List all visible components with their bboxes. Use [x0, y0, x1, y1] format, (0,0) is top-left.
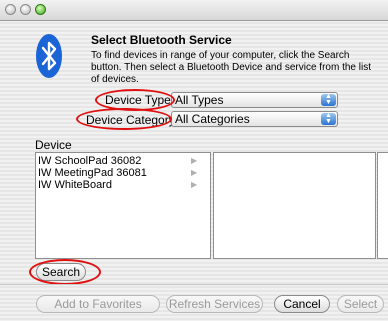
popup-arrows-icon: ▲ ▼ — [321, 112, 336, 125]
title-bar — [0, 0, 388, 21]
divider — [0, 284, 388, 285]
close-window-button[interactable] — [5, 4, 16, 15]
cancel-button[interactable]: Cancel — [274, 295, 330, 313]
bluetooth-icon — [36, 34, 62, 78]
search-annotation-oval — [29, 259, 101, 285]
add-to-favorites-button[interactable]: Add to Favorites — [36, 295, 160, 313]
device-category-value: All Categories — [175, 112, 250, 126]
bluetooth-service-window: Select Bluetooth Service To find devices… — [0, 0, 388, 321]
dialog-title: Select Bluetooth Service — [91, 33, 232, 47]
disclosure-arrow-icon: ▶ — [191, 180, 198, 189]
popup-arrows-icon: ▲ ▼ — [321, 93, 336, 106]
disclosure-arrow-icon: ▶ — [191, 156, 198, 165]
device-type-value: All Types — [175, 93, 224, 107]
service-list[interactable] — [213, 152, 376, 259]
device-list[interactable]: IW SchoolPad 36082 ▶ IW MeetingPad 36081… — [35, 152, 211, 259]
minimize-window-button[interactable] — [20, 4, 31, 15]
disclosure-arrow-icon: ▶ — [191, 168, 198, 177]
select-button[interactable]: Select — [337, 295, 384, 313]
zoom-window-button[interactable] — [35, 4, 46, 15]
dialog-description: To find devices in range of your compute… — [91, 50, 371, 85]
device-type-select[interactable]: All Types ▲ ▼ — [171, 92, 338, 108]
device-item-whiteboard[interactable]: IW WhiteBoard — [38, 179, 112, 191]
service-list-extra-pane — [377, 152, 388, 259]
device-category-annotation-oval — [76, 108, 172, 130]
device-item-schoolpad[interactable]: IW SchoolPad 36082 — [38, 155, 141, 167]
device-item-meetingpad[interactable]: IW MeetingPad 36081 — [38, 167, 147, 179]
device-category-select[interactable]: All Categories ▲ ▼ — [171, 111, 338, 127]
refresh-services-button[interactable]: Refresh Services — [166, 295, 263, 313]
device-column-header: Device — [35, 138, 72, 152]
